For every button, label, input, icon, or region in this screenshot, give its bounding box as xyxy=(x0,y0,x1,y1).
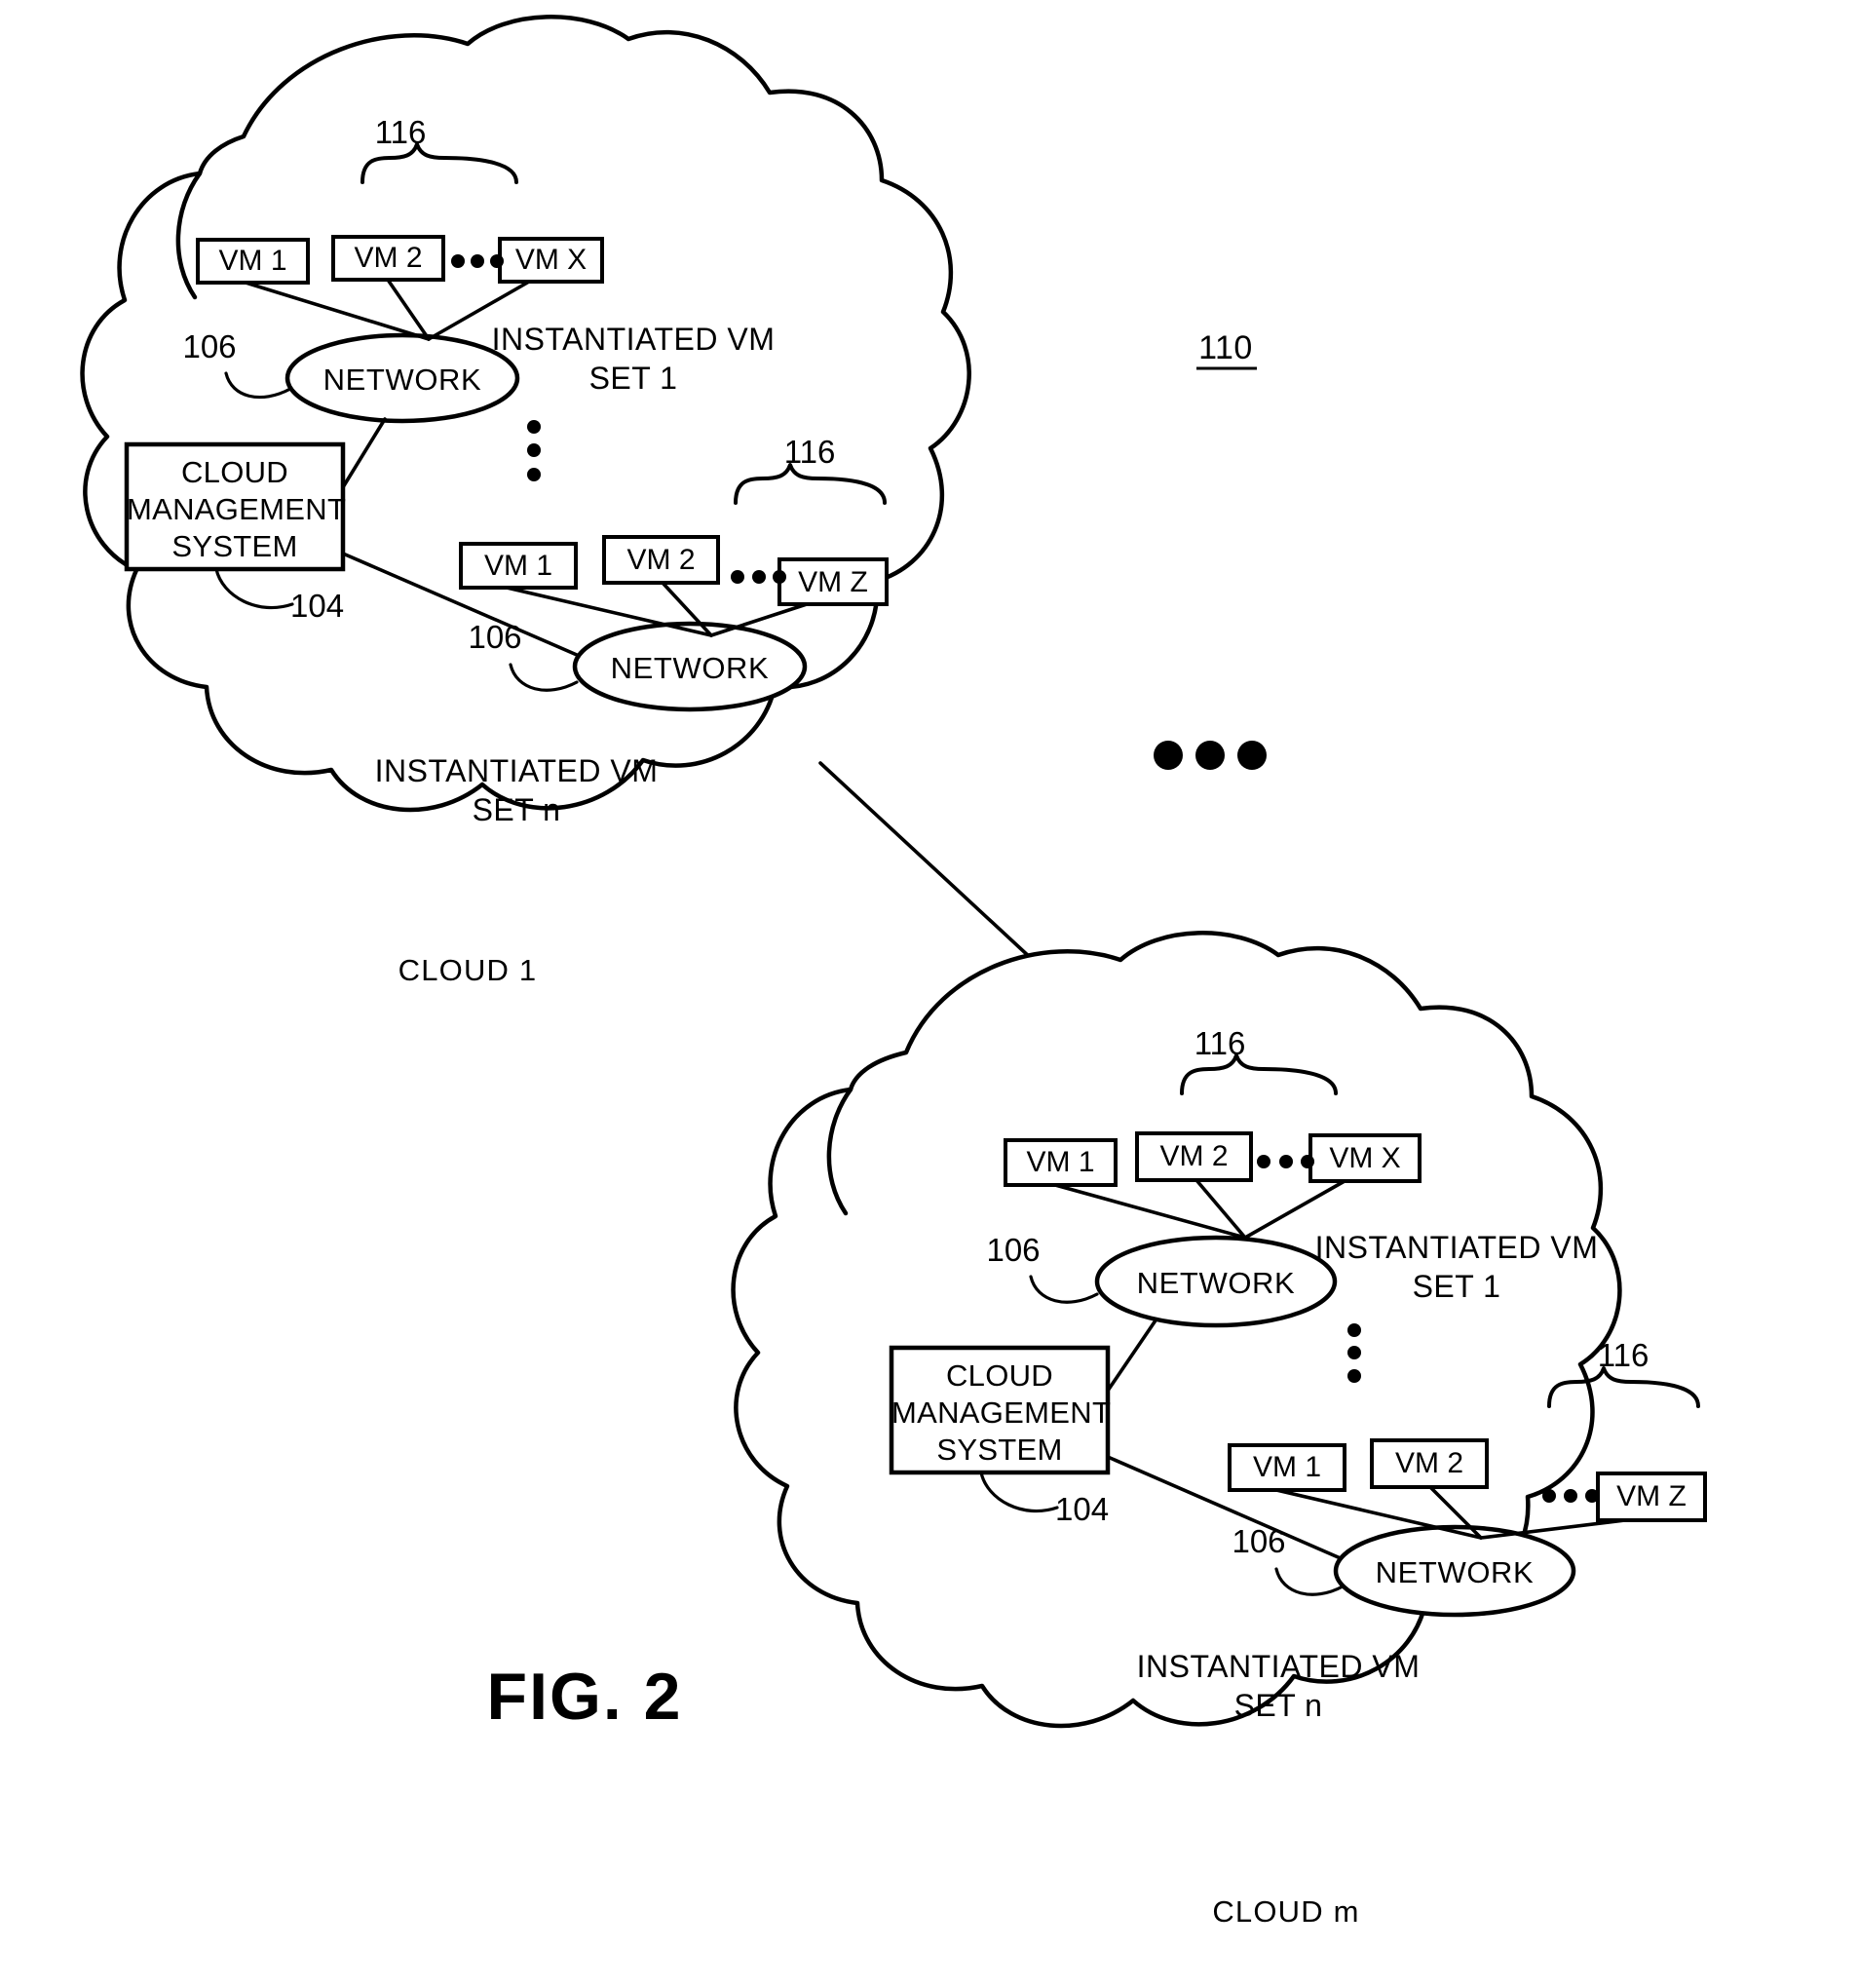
figure-canvas xyxy=(80,15,1707,1729)
cloud-m-management-line3: SYSTEM xyxy=(936,1433,1063,1467)
cloud-m-label: CLOUD m xyxy=(1212,1894,1360,1929)
figure-caption: FIG. 2 xyxy=(486,1660,683,1734)
cloud-m-set-1-title: INSTANTIATED VM SET 1 xyxy=(1286,1228,1627,1306)
cloud-1-set-1-ellipsis-dot xyxy=(451,254,465,268)
cloud-1-set-1-title: INSTANTIATED VM SET 1 xyxy=(463,320,804,398)
cloud-m-management-line1: CLOUD xyxy=(945,1358,1053,1393)
patent-figure-page: VM 1 VM 2 VM X 116 NETWORK 106 INSTANTIA… xyxy=(0,0,1858,1988)
cloud-m-set-n-title: INSTANTIATED VM SET n xyxy=(1108,1647,1449,1725)
cloud-m-set-n-title-line2: SET n xyxy=(1233,1688,1323,1723)
cloud-m-set-n-network-ref: 106 xyxy=(1232,1523,1286,1559)
cloud-m-set-1-vm-label-2: VM 2 xyxy=(1159,1140,1229,1172)
cloud-1-set-n-title-line2: SET n xyxy=(472,792,561,827)
cloud-1-set-n-vm-label-1: VM 1 xyxy=(483,550,553,582)
cloud-m-set-n-network-label: NETWORK xyxy=(1375,1555,1535,1589)
cloud-m-set-n-vm-label-1: VM 1 xyxy=(1252,1451,1322,1483)
cloud-m-vertical-ellipsis-dot xyxy=(1347,1346,1361,1359)
cloud-m-vertical-ellipsis-dot xyxy=(1347,1369,1361,1383)
cloud-1-set-1-vm-label-2: VM 2 xyxy=(354,242,423,274)
cloud-1-vertical-ellipsis-dot xyxy=(527,468,541,481)
cloud-1-set-n-vm-label-3: VM Z xyxy=(798,566,868,598)
cloud-1-management-line3: SYSTEM xyxy=(171,529,298,563)
cloud-1-set-n-network-ref: 106 xyxy=(468,619,522,655)
cloud-m-vertical-ellipsis-dot xyxy=(1347,1323,1361,1337)
cloud-1-set-1-vm-label-1: VM 1 xyxy=(218,245,287,277)
cloud-1-label: CLOUD 1 xyxy=(398,953,538,987)
cloud-m-set-n-vm-label-3: VM Z xyxy=(1616,1480,1687,1512)
cloud-1-outline xyxy=(80,15,971,813)
cloud-m-set-n-title-line1: INSTANTIATED VM xyxy=(1136,1649,1421,1684)
cloud-1-set-n-brace-ref: 116 xyxy=(783,434,836,470)
cloud-m-set-1-title-line2: SET 1 xyxy=(1412,1269,1501,1304)
cloud-1-management-line2: MANAGEMENT xyxy=(127,492,347,526)
cloud-1-set-1-brace-ref: 116 xyxy=(374,114,427,150)
cloud-1-set-1-ellipsis-dot xyxy=(471,254,484,268)
cloud-m-set-1-vm-label-3: VM X xyxy=(1329,1142,1401,1174)
cloud-1-set-1-network-ref: 106 xyxy=(182,328,237,364)
cloud-1-vertical-ellipsis-dot xyxy=(527,420,541,434)
between-clouds-ellipsis-dot xyxy=(1237,741,1267,770)
cloud-1-set-n-network-label: NETWORK xyxy=(610,651,770,685)
cloud-m-management-ref: 104 xyxy=(1055,1491,1110,1527)
cloud-1-set-n-ellipsis-dot xyxy=(731,570,744,584)
cloud-1-set-n-ellipsis-dot xyxy=(752,570,766,584)
cloud-m-set-1-ellipsis-dot xyxy=(1279,1155,1293,1168)
cloud-1-set-1-vm-label-3: VM X xyxy=(514,244,588,276)
cloud-m-set-n-ellipsis-dot xyxy=(1564,1489,1577,1503)
cloud-m-set-n-brace-ref: 116 xyxy=(1597,1337,1649,1373)
between-clouds-ellipsis-dot xyxy=(1154,741,1183,770)
cloud-m-management-label: CLOUD MANAGEMENT SYSTEM xyxy=(891,1357,1112,1469)
cloud-m-set-1-vm-label-1: VM 1 xyxy=(1026,1146,1095,1178)
cloud-m-set-n-ellipsis-dot xyxy=(1542,1489,1556,1503)
cloud-1-set-n-vm-label-2: VM 2 xyxy=(626,544,696,576)
cloud-1-set-n-title: INSTANTIATED VM SET n xyxy=(346,751,687,829)
cloud-1-set-1-title-line2: SET 1 xyxy=(588,361,678,396)
system-ref-110: 110 xyxy=(1198,329,1253,366)
cloud-1-management-label: CLOUD MANAGEMENT SYSTEM xyxy=(127,454,347,565)
cloud-m-set-1-title-line1: INSTANTIATED VM xyxy=(1314,1230,1599,1265)
cloud-interconnect-line xyxy=(818,761,1035,962)
cloud-m-set-n-ellipsis-dot xyxy=(1585,1489,1599,1503)
cloud-m-set-1-brace-ref: 116 xyxy=(1194,1025,1246,1061)
cloud-1-management-ref: 104 xyxy=(290,588,345,624)
cloud-m-management-line2: MANAGEMENT xyxy=(891,1395,1112,1430)
between-clouds-ellipsis-dot xyxy=(1195,741,1225,770)
cloud-1-set-n-title-line1: INSTANTIATED VM xyxy=(374,753,659,788)
cloud-1-management-line1: CLOUD xyxy=(180,455,288,489)
cloud-m-set-n-vm-label-2: VM 2 xyxy=(1394,1447,1464,1479)
cloud-1-set-1-title-line1: INSTANTIATED VM xyxy=(491,322,776,357)
cloud-m-set-1-network-ref: 106 xyxy=(986,1232,1041,1268)
cloud-m-set-1-ellipsis-dot xyxy=(1257,1155,1270,1168)
cloud-1-vertical-ellipsis-dot xyxy=(527,443,541,457)
